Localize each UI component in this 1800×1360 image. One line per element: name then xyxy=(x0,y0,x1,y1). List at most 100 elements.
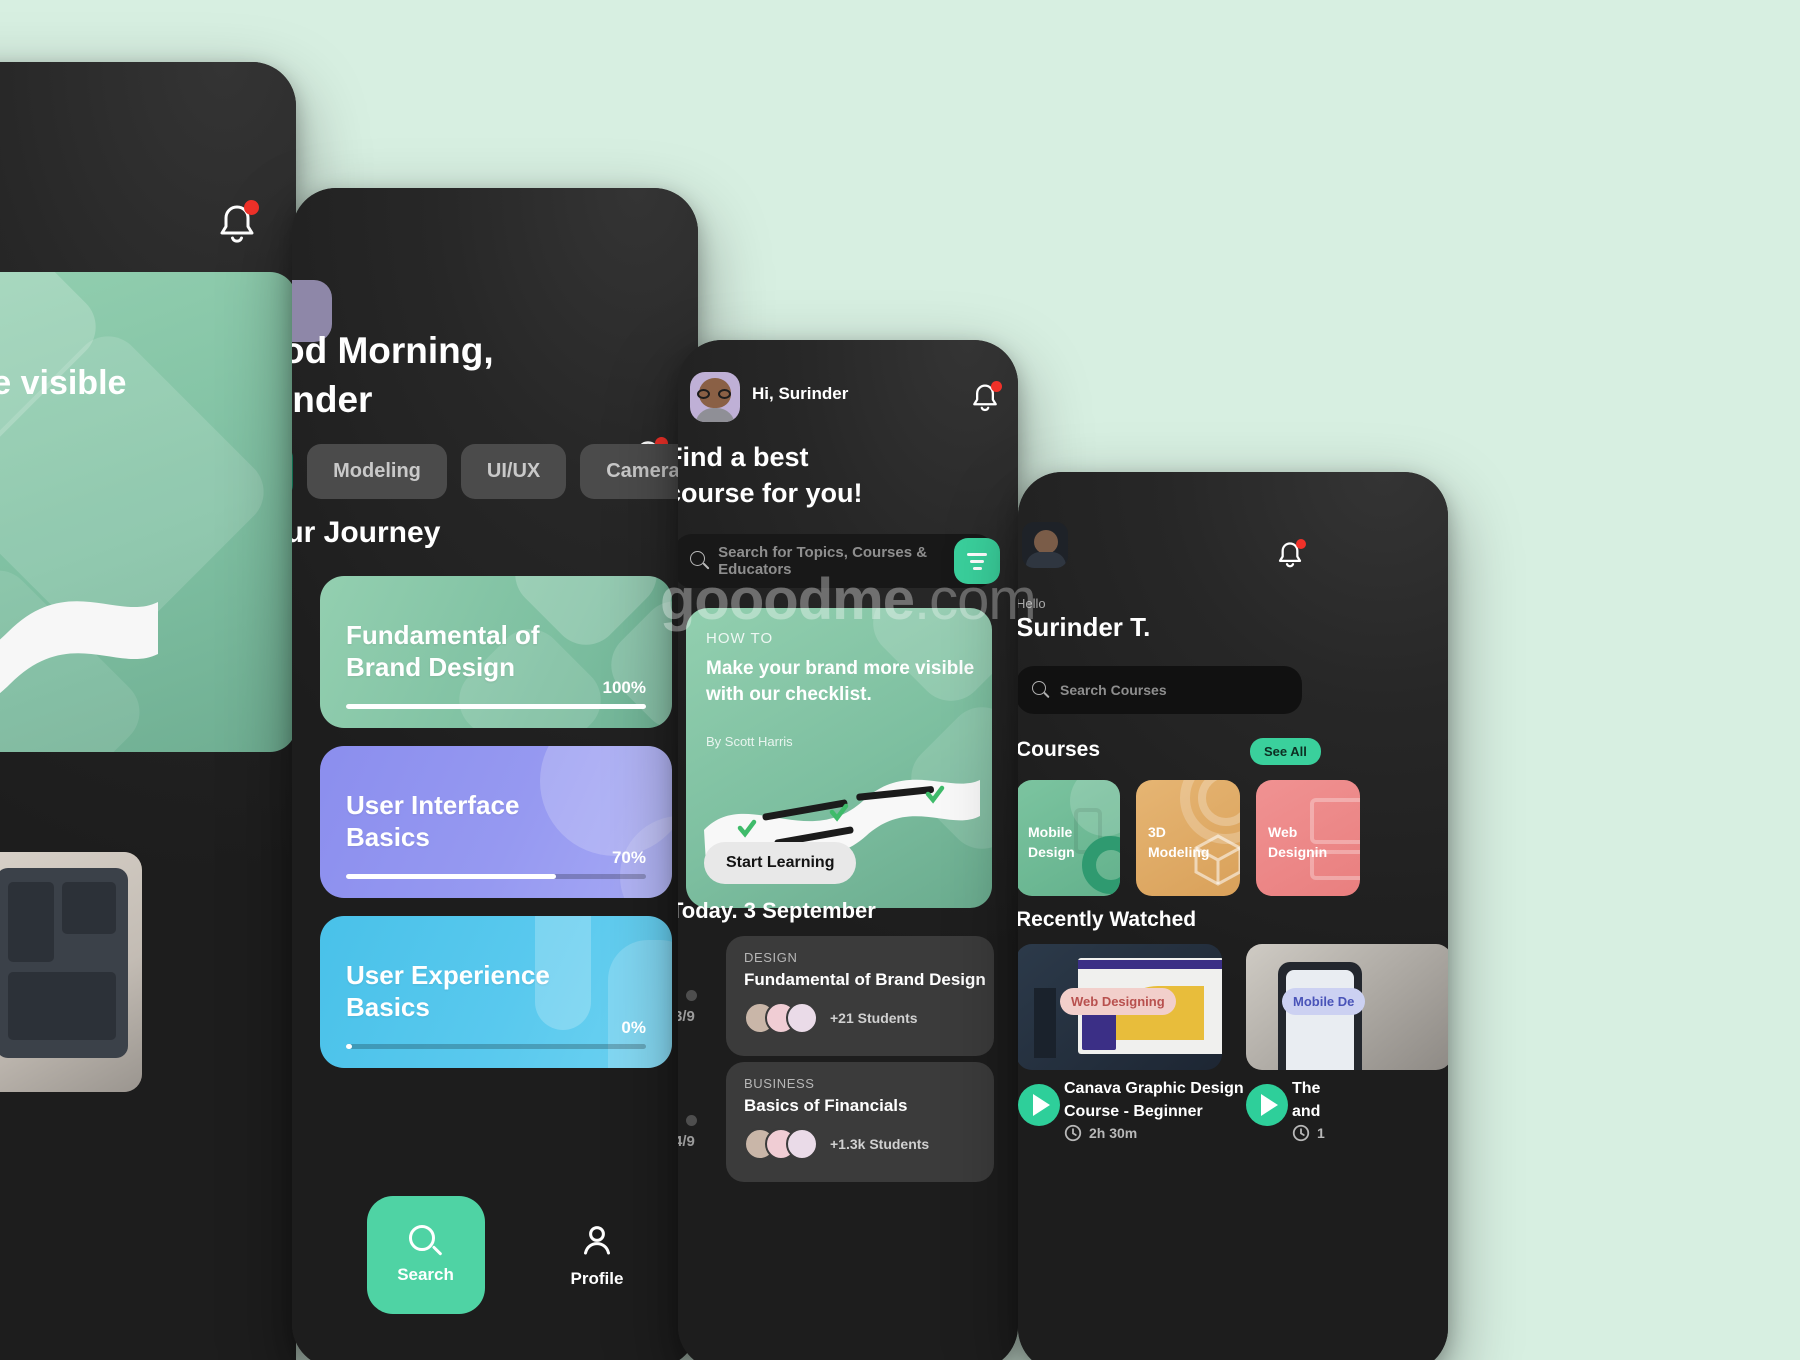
greeting-line-1: od Morning, xyxy=(292,330,494,371)
promo-card-3[interactable]: HOW TO Make your brand more visible with… xyxy=(686,608,992,908)
avatar-3[interactable] xyxy=(690,372,740,422)
courses-section-title: Courses xyxy=(1018,738,1101,761)
hello-label: Hello xyxy=(1018,596,1046,611)
promo-author: By Scott Harris xyxy=(706,734,793,749)
search-bar-4[interactable]: Search Courses xyxy=(1018,666,1302,714)
recent-duration-text-1: 2h 30m xyxy=(1089,1125,1138,1141)
avatar xyxy=(786,1002,818,1034)
course-line-1: Mobile xyxy=(1028,824,1073,840)
nav-search-selected[interactable]: Search xyxy=(366,1196,485,1314)
greeting-2: od Morning, inder xyxy=(292,326,494,424)
journey-card-brand-design[interactable]: Fundamental of Brand Design 100% xyxy=(320,576,672,728)
recent-tag-2: Mobile De xyxy=(1282,988,1366,1015)
nav-item-profile[interactable]: Profile xyxy=(570,1222,624,1289)
recent-thumbnail-2[interactable]: Mobile De xyxy=(1246,944,1448,1070)
journey-progress-bar xyxy=(346,874,646,879)
lesson-card-2[interactable]: BUSINESS Basics of Financials +1.3k Stud… xyxy=(726,1062,994,1182)
course-thumbnail[interactable] xyxy=(0,852,142,1092)
phone-4-screen: Hello Surinder T. Search Courses Courses… xyxy=(1018,472,1448,1360)
chip-modeling[interactable]: Modeling xyxy=(307,444,447,499)
course-line-2: Designin xyxy=(1268,844,1328,861)
phone-screen-3: Hi, Surinder Find a best course for you! xyxy=(678,340,1018,1360)
course-tile-web-designing[interactable]: Web Designin xyxy=(1256,780,1360,896)
monitor-toolbar xyxy=(1078,960,1222,969)
nav-item-search[interactable]: Search xyxy=(366,1196,485,1314)
journey-card-title: Fundamental of Brand Design xyxy=(346,620,540,683)
nav-profile-label: Profile xyxy=(570,1269,624,1288)
search-icon xyxy=(1032,681,1050,699)
notification-bell-icon-3[interactable] xyxy=(970,381,1002,415)
phone-1-screen: more visible .. xyxy=(0,62,296,1360)
course-line-1: Web xyxy=(1268,824,1298,840)
notification-dot-4 xyxy=(1296,539,1306,549)
journey-title-line-2: Basics xyxy=(346,991,430,1022)
hero-text-1: more visible .. xyxy=(0,362,296,449)
recent-title-line-1: Canava Graphic Design xyxy=(1064,1080,1244,1097)
journey-card-ux-basics[interactable]: User Experience Basics 0% xyxy=(320,916,672,1068)
journey-card-ui-basics[interactable]: User Interface Basics 70% xyxy=(320,746,672,898)
promo-title: Make your brand more visible with our ch… xyxy=(706,656,976,708)
course-line-1: 3D xyxy=(1148,824,1166,840)
greeting-3: Hi, Surinder xyxy=(752,384,849,403)
start-learning-button[interactable]: Start Learning xyxy=(704,842,857,884)
journey-title-line-1: User Experience xyxy=(346,960,550,990)
filter-bar xyxy=(972,566,982,570)
recent-title-1: Canava Graphic Design Course - Beginner xyxy=(1064,1078,1244,1123)
recent-tag-1: Web Designing xyxy=(1060,988,1176,1015)
filter-bar xyxy=(970,559,984,563)
journey-title-line-1: User Interface xyxy=(346,790,520,820)
hero-line-1: more visible xyxy=(0,364,127,402)
avatar xyxy=(786,1128,818,1160)
search-bar-3[interactable]: Search for Topics, Courses & Educators xyxy=(678,534,994,588)
journey-progress-bar xyxy=(346,704,646,709)
lesson-card-1[interactable]: DESIGN Fundamental of Brand Design +21 S… xyxy=(726,936,994,1056)
journey-title-line-2: Brand Design xyxy=(346,651,516,682)
journey-percent-label: 70% xyxy=(611,848,646,867)
filter-bar xyxy=(967,552,987,556)
filter-button-3[interactable] xyxy=(954,538,1000,584)
search-icon xyxy=(690,551,710,571)
hero-promo-card-1[interactable]: more visible .. xyxy=(0,272,296,752)
search-input-3[interactable]: Search for Topics, Courses & Educators xyxy=(718,544,978,578)
journey-percent-label: 0% xyxy=(621,1018,646,1037)
course-tile-label-2: 3D Modeling xyxy=(1148,822,1209,863)
course-tile-3d-modeling[interactable]: 3D Modeling xyxy=(1136,780,1240,896)
user-name-4: Surinder T. xyxy=(1018,612,1151,642)
recent-title-line-1: The xyxy=(1292,1080,1321,1097)
notification-bell-icon-4[interactable] xyxy=(1276,539,1306,571)
phone-2-screen: od Morning, inder etch Modeling UI/UX Ca… xyxy=(292,188,698,1360)
phone-3-screen: Hi, Surinder Find a best course for you! xyxy=(678,340,1018,1360)
recent-thumbnail-1[interactable]: Web Designing xyxy=(1018,944,1222,1070)
lesson-category-1: DESIGN xyxy=(744,950,798,965)
course-line-2: Design xyxy=(1028,844,1075,861)
recently-watched-title: Recently Watched xyxy=(1018,908,1197,931)
tablet-panel xyxy=(8,972,116,1040)
chip-sketch[interactable]: etch xyxy=(292,444,294,499)
journey-progress-bar xyxy=(346,1044,646,1049)
chip-uiux[interactable]: UI/UX xyxy=(460,444,567,499)
play-button-recent-1[interactable] xyxy=(1018,1084,1060,1126)
search-input-4[interactable]: Search Courses xyxy=(1060,682,1167,698)
notification-bell-icon-1[interactable] xyxy=(216,200,259,248)
play-button-recent-2[interactable] xyxy=(1246,1084,1288,1126)
greeting-line-2: inder xyxy=(292,379,373,421)
lesson-step-1: 3/9 xyxy=(678,1008,695,1025)
phone-screen-mock xyxy=(1286,970,1354,1070)
notification-dot-1 xyxy=(244,200,259,215)
journey-title-line-1: Fundamental of xyxy=(346,620,540,650)
monitor-stand xyxy=(1034,988,1056,1058)
journey-card-title: User Experience Basics xyxy=(346,960,550,1023)
student-avatars-2: +1.3k Students xyxy=(744,1128,929,1160)
see-all-button[interactable]: See All xyxy=(1250,738,1321,765)
timeline-dot xyxy=(686,990,697,1001)
recent-duration-text-2: 1 xyxy=(1317,1125,1325,1141)
promo-eyebrow: HOW TO xyxy=(706,630,774,647)
journey-card-title: User Interface Basics xyxy=(346,790,519,853)
nav-search-label: Search xyxy=(397,1265,454,1284)
course-tile-mobile-design[interactable]: Mobile Design xyxy=(1018,780,1120,896)
student-count-1: +21 Students xyxy=(830,1010,918,1026)
recent-duration-1: 2h 30m xyxy=(1064,1124,1137,1142)
recent-title-line-2: and xyxy=(1292,1102,1321,1120)
avatar-4[interactable] xyxy=(1022,522,1068,568)
lesson-title-2: Basics of Financials xyxy=(744,1096,908,1115)
